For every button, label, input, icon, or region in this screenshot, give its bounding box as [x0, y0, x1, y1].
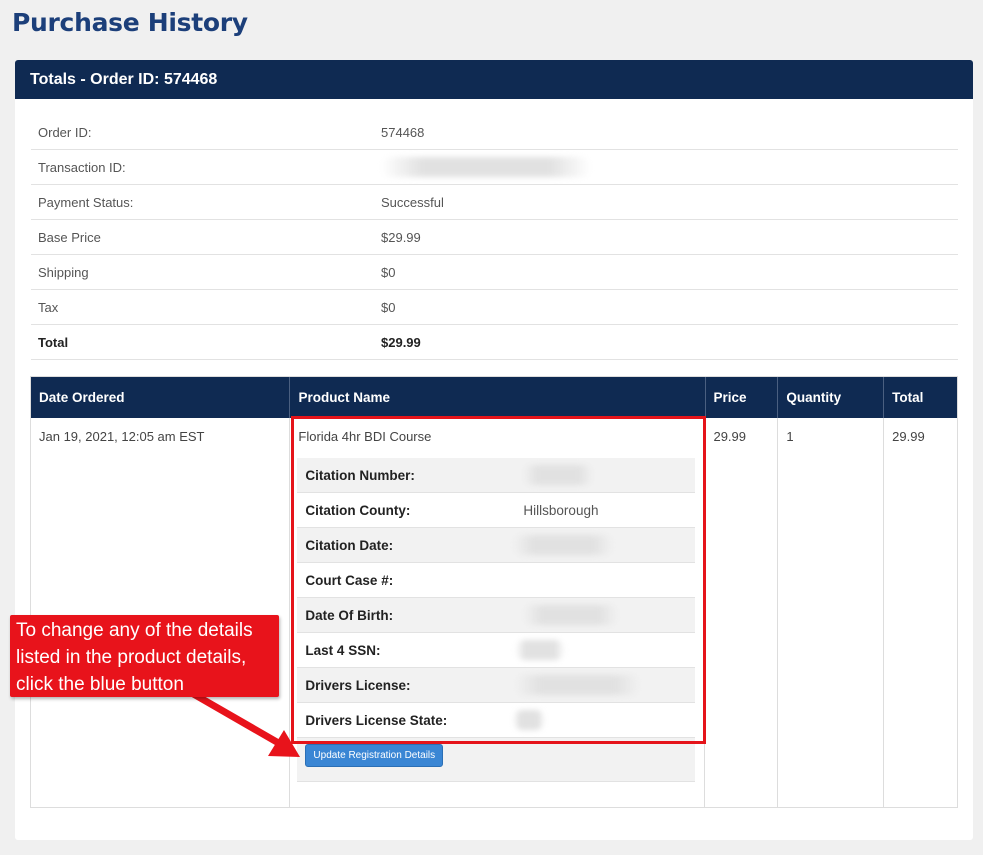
column-header-date: Date Ordered — [31, 377, 291, 418]
callout-line: To change any of the details — [16, 620, 253, 641]
detail-value: Hillsborough — [523, 502, 599, 518]
date-ordered-cell: Jan 19, 2021, 12:05 am EST — [31, 418, 291, 807]
totals-row: Order ID: 574468 — [31, 115, 958, 150]
totals-label: Payment Status: — [38, 194, 134, 210]
column-header-total: Total — [892, 390, 924, 405]
redacted-value — [523, 465, 594, 485]
detail-value — [523, 605, 695, 625]
totals-value: $0 — [381, 299, 396, 315]
detail-row: Citation Number: — [297, 458, 696, 493]
page-title: Purchase History — [12, 8, 248, 37]
detail-value — [513, 535, 695, 555]
detail-label: Drivers License: — [305, 677, 411, 693]
redacted-value — [513, 535, 614, 555]
totals-row: Tax $0 — [31, 290, 958, 325]
detail-label: Date Of Birth: — [305, 607, 394, 623]
product-name: Florida 4hr BDI Course — [298, 429, 432, 444]
product-cell: Florida 4hr BDI Course Citation Number: … — [290, 418, 706, 807]
totals-value: Successful — [381, 194, 444, 210]
table-row: Jan 19, 2021, 12:05 am EST Florida 4hr B… — [31, 418, 957, 807]
button-row: Update Registration Details — [297, 738, 696, 782]
callout-line: listed in the product details, — [16, 647, 247, 668]
callout-line: click the blue button — [16, 674, 184, 695]
totals-label: Transaction ID: — [38, 159, 126, 175]
totals-row-total: Total $29.99 — [31, 325, 958, 360]
totals-row: Shipping $0 — [31, 255, 958, 290]
redacted-value — [515, 675, 641, 695]
totals-value: $29.99 — [381, 334, 421, 350]
totals-label: Shipping — [38, 264, 89, 280]
total-cell: 29.99 — [892, 429, 925, 444]
totals-value: $0 — [381, 264, 396, 280]
detail-row: Court Case #: — [297, 563, 696, 598]
detail-row: Citation Date: — [297, 528, 696, 563]
totals-label: Base Price — [38, 229, 101, 245]
detail-row: Date Of Birth: — [297, 598, 696, 633]
totals-label: Tax — [38, 299, 59, 315]
annotation-callout: To change any of the details listed in t… — [10, 615, 279, 697]
totals-label: Total — [38, 334, 69, 350]
detail-row: Drivers License: — [297, 668, 696, 703]
orders-table: Date Ordered Product Name Price Quantity… — [30, 376, 958, 808]
price-cell: 29.99 — [705, 418, 779, 807]
detail-value — [523, 465, 695, 485]
detail-label: Citation County: — [305, 502, 411, 518]
detail-row: Drivers License State: — [297, 703, 696, 738]
detail-label: Court Case #: — [305, 572, 394, 588]
detail-label: Citation Date: — [305, 537, 394, 553]
redacted-value — [515, 640, 566, 660]
totals-value — [373, 157, 958, 177]
totals-value: $29.99 — [381, 229, 421, 245]
column-header-quantity: Quantity — [778, 377, 885, 418]
totals-value: 574468 — [381, 124, 425, 140]
quantity-cell: 1 — [778, 418, 885, 807]
product-details: Citation Number: Citation County: Hillsb… — [297, 458, 696, 738]
detail-value — [513, 710, 695, 730]
detail-label: Last 4 SSN: — [305, 642, 381, 658]
orders-header-row: Date Ordered Product Name Price Quantity… — [31, 377, 957, 418]
detail-row: Last 4 SSN: — [297, 633, 696, 668]
totals-row: Payment Status: Successful — [31, 185, 958, 220]
card-header: Totals - Order ID: 574468 — [15, 60, 973, 99]
totals-row: Transaction ID: — [31, 150, 958, 185]
totals-label: Order ID: — [38, 124, 92, 140]
totals-table: Order ID: 574468 Transaction ID: Payment… — [31, 115, 958, 360]
totals-row: Base Price $29.99 — [31, 220, 958, 255]
detail-value — [515, 675, 695, 695]
order-card: Totals - Order ID: 574468 Order ID: 5744… — [15, 60, 973, 840]
detail-value — [515, 640, 695, 660]
redacted-value — [381, 157, 591, 177]
update-registration-details-button[interactable]: Update Registration Details — [305, 744, 444, 767]
redacted-value — [513, 710, 546, 730]
column-header-price: Price — [706, 377, 779, 418]
detail-row: Citation County: Hillsborough — [297, 493, 696, 528]
redacted-value — [523, 605, 619, 625]
column-header-product: Product Name — [290, 377, 706, 418]
detail-label: Citation Number: — [305, 467, 415, 483]
detail-label: Drivers License State: — [305, 712, 448, 728]
